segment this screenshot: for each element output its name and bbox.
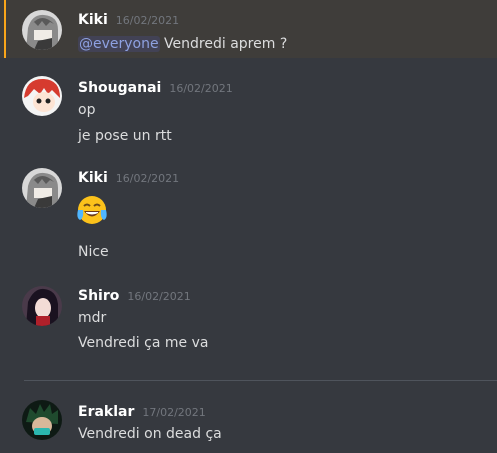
face-with-tears-of-joy-icon[interactable]: [76, 194, 108, 226]
avatar[interactable]: [22, 168, 62, 208]
message-shouganai[interactable]: Shouganai 16/02/2021 op je pose un rtt: [0, 70, 497, 150]
avatar[interactable]: [22, 76, 62, 116]
message-author[interactable]: Kiki 16/02/2021: [78, 170, 179, 186]
message-timestamp: 16/02/2021: [127, 290, 191, 303]
message-timestamp: 17/02/2021: [142, 406, 206, 419]
message-timestamp: 16/02/2021: [115, 14, 180, 27]
mention-highlight-bar: [4, 0, 6, 58]
message-kiki-2[interactable]: Kiki 16/02/2021: [0, 160, 497, 270]
message-text: je pose un rtt: [78, 128, 172, 144]
avatar[interactable]: [22, 286, 62, 326]
message-author[interactable]: Shouganai 16/02/2021: [78, 80, 233, 96]
message-timestamp: 16/02/2021: [169, 82, 233, 95]
date-divider: [24, 380, 497, 381]
message-text: Vendredi on dead ça: [78, 426, 222, 442]
message-text: Vendredi ça me va: [78, 335, 209, 351]
author-name[interactable]: Kiki: [78, 170, 108, 186]
everyone-mention[interactable]: @everyone: [78, 36, 160, 52]
message-content: @everyone Vendredi aprem ?: [78, 36, 287, 52]
message-author[interactable]: Shiro 16/02/2021: [78, 288, 191, 304]
author-name[interactable]: Shouganai: [78, 80, 161, 96]
message-timestamp: 16/02/2021: [115, 172, 180, 185]
message-text: mdr: [78, 310, 107, 326]
message-shiro[interactable]: Shiro 16/02/2021 mdr Vendredi ça me va: [0, 280, 497, 360]
author-name[interactable]: Kiki: [78, 12, 108, 28]
avatar[interactable]: [22, 400, 62, 440]
message-text: Vendredi aprem ?: [159, 36, 288, 52]
avatar[interactable]: [22, 10, 62, 50]
author-name[interactable]: Eraklar: [78, 404, 134, 420]
message-eraklar[interactable]: Eraklar 17/02/2021 Vendredi on dead ça: [0, 392, 497, 453]
message-author[interactable]: Kiki 16/02/2021: [78, 12, 179, 28]
message-text: op: [78, 102, 96, 118]
message-kiki-1[interactable]: Kiki 16/02/2021 @everyone Vendredi aprem …: [0, 0, 497, 58]
author-name[interactable]: Shiro: [78, 288, 119, 304]
message-author[interactable]: Eraklar 17/02/2021: [78, 404, 206, 420]
message-text: Nice: [78, 244, 109, 260]
